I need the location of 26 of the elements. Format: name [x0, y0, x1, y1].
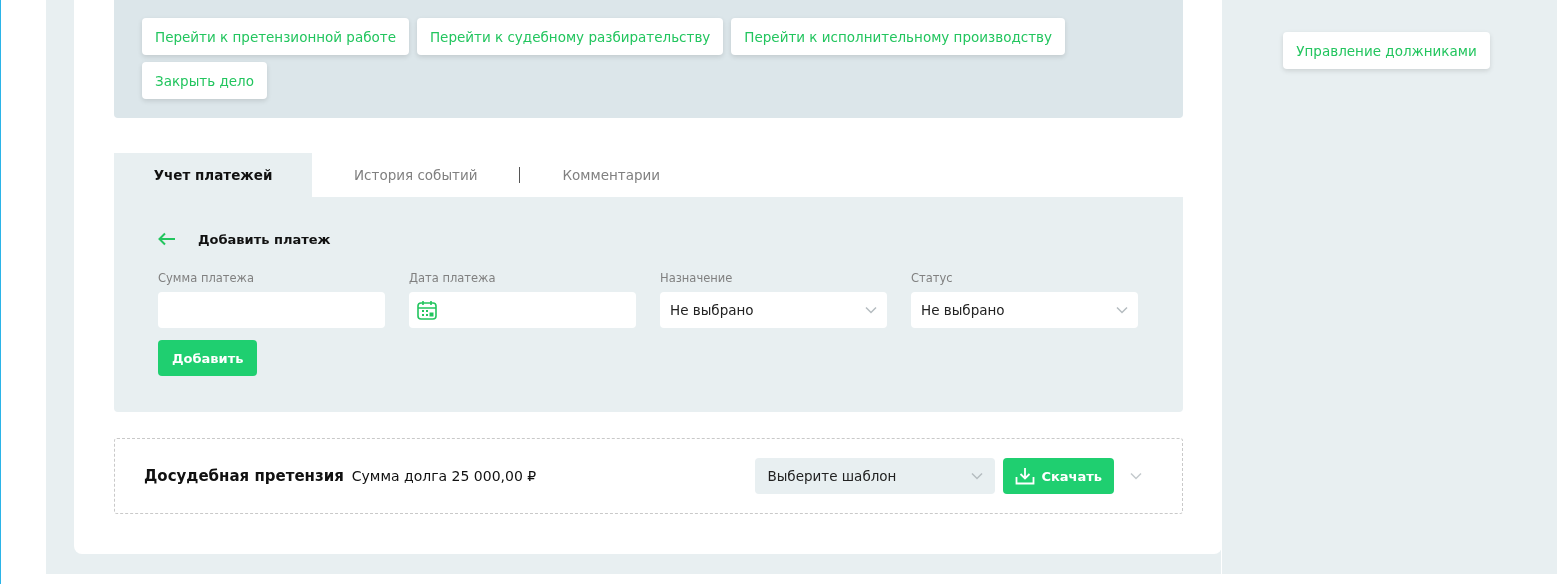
download-icon — [1015, 467, 1036, 485]
chevron-down-icon — [971, 472, 984, 480]
field-label: Сумма платежа — [158, 271, 255, 285]
chevron-down-icon — [1116, 306, 1128, 314]
debtor-management-button[interactable]: Управление должниками — [1283, 32, 1490, 69]
action-button[interactable]: Закрыть дело — [142, 62, 267, 99]
claim-title: Досудебная претензия — [144, 467, 344, 485]
add-button[interactable]: Добавить — [158, 340, 258, 376]
action-button[interactable]: Перейти к судебному разбирательству — [416, 18, 724, 55]
chevron-down-icon — [865, 306, 877, 314]
form-title: Добавить платеж — [198, 231, 331, 247]
action-button[interactable]: Перейти к исполнительному производству — [731, 18, 1065, 55]
download-button[interactable]: Скачать — [1003, 458, 1114, 494]
back-arrow-icon[interactable] — [158, 232, 176, 246]
select-field[interactable]: Не выбрано — [911, 292, 1138, 328]
action-button[interactable]: Перейти к претензионной работе — [142, 18, 409, 55]
template-select[interactable]: Выберите шаблон — [755, 458, 996, 494]
tab[interactable]: Учет платежей — [114, 153, 312, 197]
field-label: Назначение — [660, 271, 734, 285]
select-field[interactable]: Не выбрано — [660, 292, 887, 328]
date-field[interactable] — [409, 292, 636, 328]
field-label: Дата платежа — [409, 271, 497, 285]
chevron-down-icon — [1130, 472, 1142, 480]
field-label: Статус — [911, 271, 954, 285]
calendar-icon — [416, 299, 438, 321]
debt-amount: Сумма долга 25 000,00 ₽ — [351, 468, 538, 484]
